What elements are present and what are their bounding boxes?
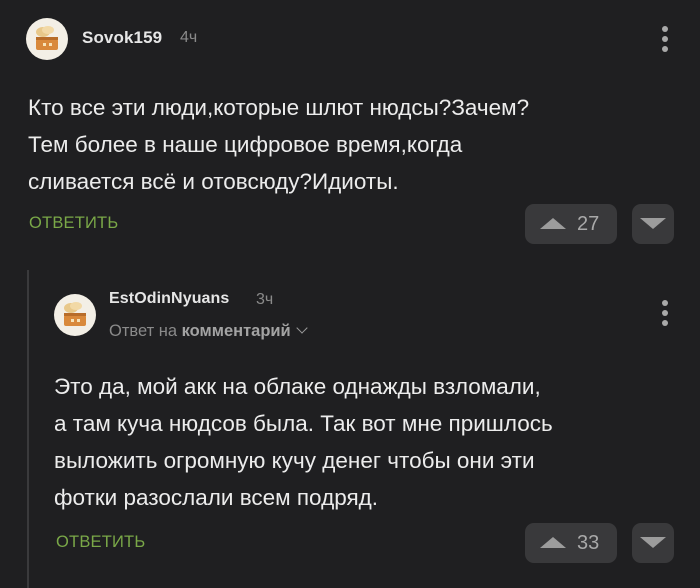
triangle-down-icon: [640, 537, 666, 548]
reply-to-line: Ответ на комментарий: [109, 322, 308, 341]
comment-time: 4ч: [180, 29, 198, 46]
comment: Sovok159 4ч Кто все эти люди,которые шлю…: [0, 0, 700, 258]
kebab-menu-icon[interactable]: [659, 26, 671, 54]
avatar[interactable]: [26, 18, 68, 60]
comment-author[interactable]: Sovok159: [82, 28, 162, 48]
reply-button[interactable]: ОТВЕТИТЬ: [29, 214, 118, 233]
upvote-button[interactable]: 27: [525, 204, 617, 244]
triangle-down-icon: [640, 218, 666, 229]
reply-to-prefix: Ответ на: [109, 322, 178, 340]
chevron-down-icon[interactable]: [296, 322, 308, 334]
default-avatar-icon: [36, 26, 58, 50]
upvote-button[interactable]: 33: [525, 523, 617, 563]
avatar[interactable]: [54, 294, 96, 336]
triangle-up-icon: [540, 537, 566, 548]
comment-text: Кто все эти люди,которые шлют нюдсы?Заче…: [28, 95, 530, 194]
thread-branch-line[interactable]: [27, 270, 29, 588]
reply-to-link[interactable]: комментарий: [182, 322, 291, 340]
comments-page: Sovok159 4ч Кто все эти люди,которые шлю…: [0, 0, 700, 588]
reply-text: Это да, мой акк на облаке однажды взлома…: [54, 374, 553, 510]
reply-author[interactable]: EstOdinNyuans: [109, 290, 229, 308]
rating-count: 27: [577, 213, 600, 235]
downvote-button[interactable]: [632, 523, 674, 563]
rating-count: 33: [577, 532, 600, 554]
triangle-up-icon: [540, 218, 566, 229]
reply-button[interactable]: ОТВЕТИТЬ: [56, 533, 145, 552]
reply-time: 3ч: [256, 291, 274, 308]
downvote-button[interactable]: [632, 204, 674, 244]
kebab-menu-icon[interactable]: [659, 300, 671, 328]
default-avatar-icon: [64, 302, 86, 326]
